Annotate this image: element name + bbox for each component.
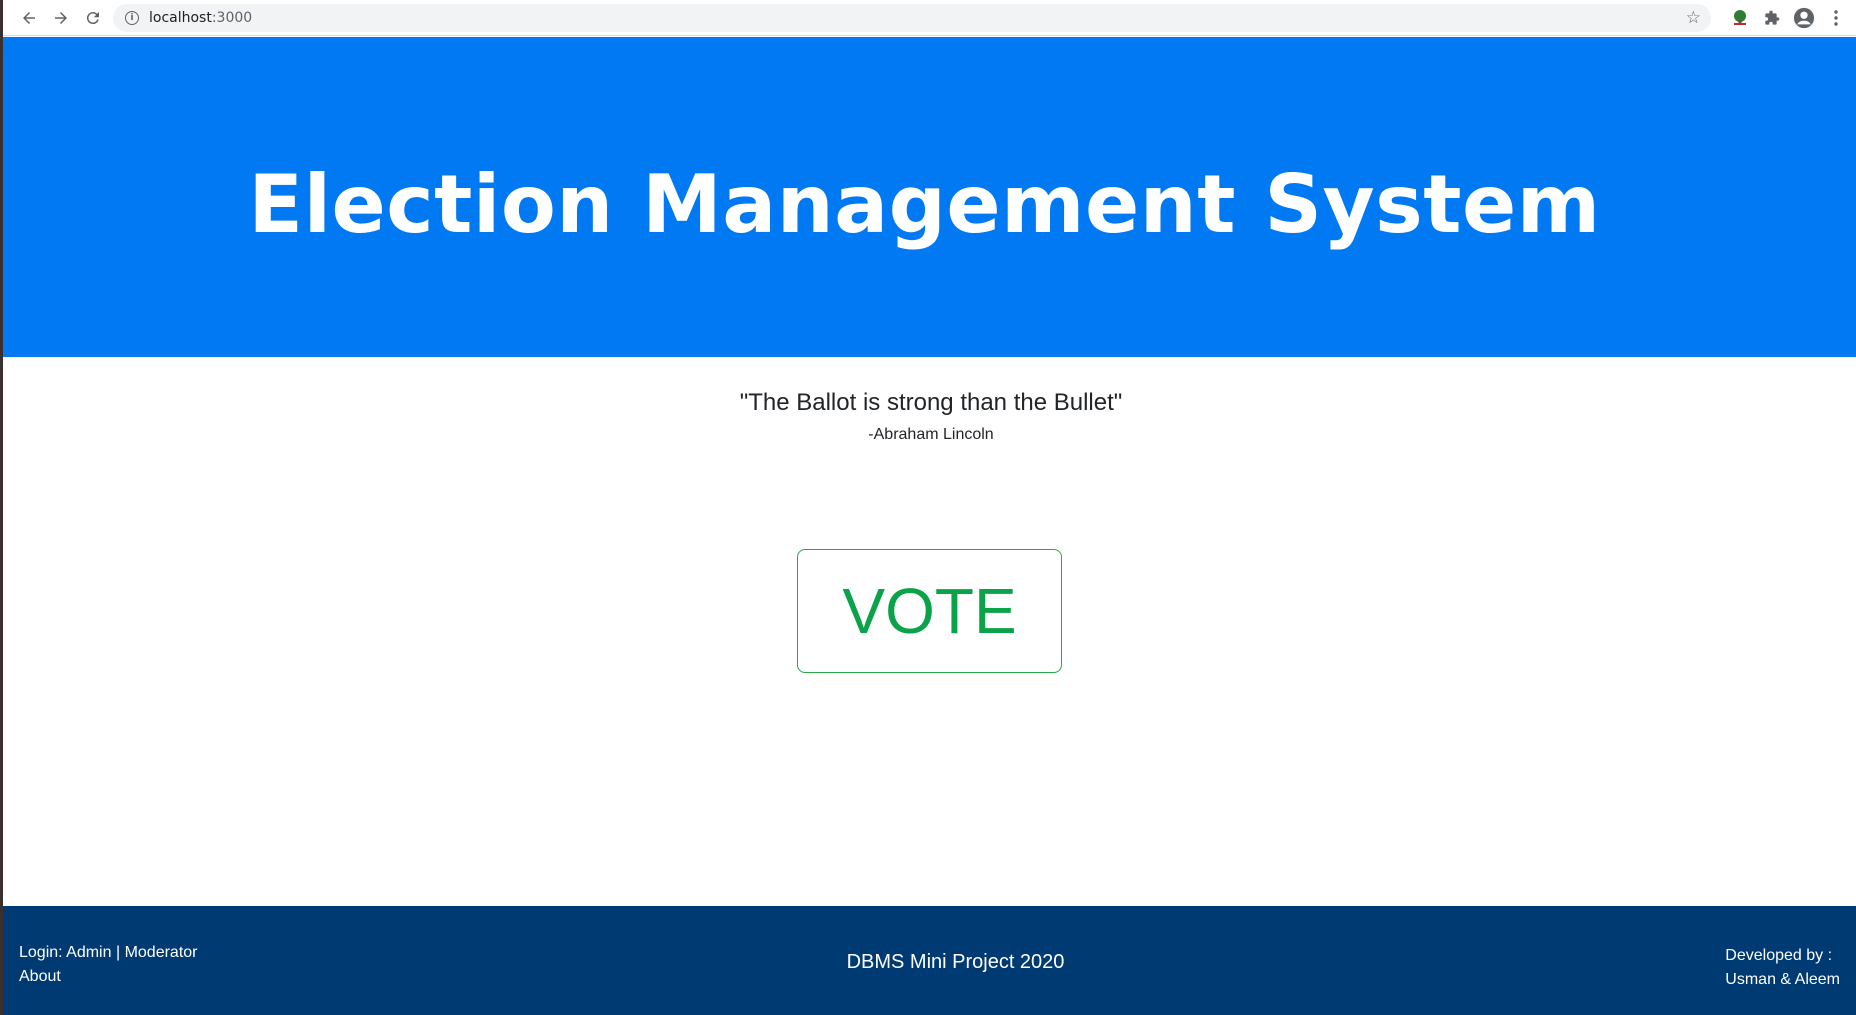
footer: Login: Admin | Moderator About DBMS Mini… [3, 906, 1856, 1015]
extensions-area [1724, 0, 1856, 36]
puzzle-icon[interactable] [1756, 2, 1788, 34]
page-title: Election Management System [248, 157, 1601, 251]
quote-author: -Abraham Lincoln [868, 426, 994, 443]
info-icon[interactable]: i [125, 11, 139, 25]
reload-icon[interactable] [77, 2, 109, 34]
developers-names: Usman & Aleem [1725, 971, 1840, 988]
developed-by-label: Developed by : [1725, 947, 1833, 964]
profile-icon[interactable] [1788, 2, 1820, 34]
address-bar[interactable]: i localhost:3000 ☆ [113, 4, 1711, 32]
more-vert-icon[interactable] [1820, 2, 1852, 34]
browser-toolbar: i localhost:3000 ☆ [3, 0, 1856, 36]
url-text: localhost:3000 [149, 10, 253, 26]
tree-extension-icon[interactable] [1724, 2, 1756, 34]
browser-window: i localhost:3000 ☆ Election Management S… [3, 0, 1856, 1015]
back-icon[interactable] [13, 2, 45, 34]
developers-info: Developed by : Usman & Aleem [1725, 944, 1840, 992]
project-label: DBMS Mini Project 2020 [846, 951, 1065, 973]
vote-button[interactable]: VOTE [797, 549, 1062, 673]
forward-icon[interactable] [45, 2, 77, 34]
star-icon[interactable]: ☆ [1686, 8, 1701, 28]
hero-banner: Election Management System [3, 37, 1856, 357]
quote-text: "The Ballot is strong than the Bullet" [739, 389, 1123, 416]
